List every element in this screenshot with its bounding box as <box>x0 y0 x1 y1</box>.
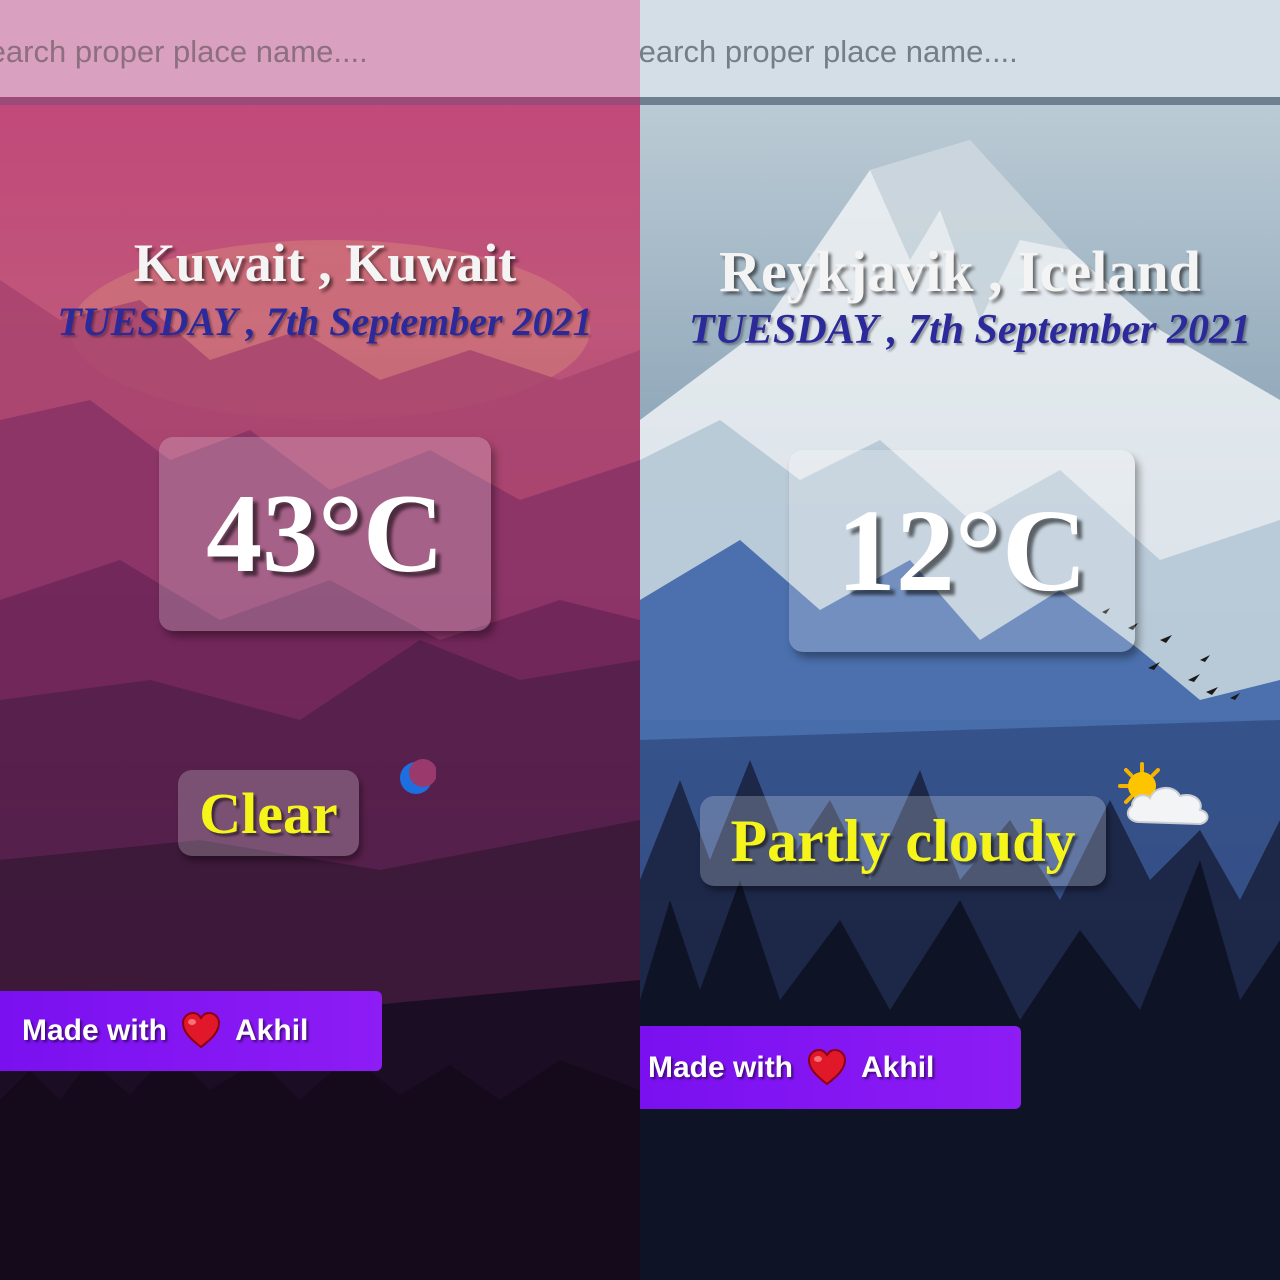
temperature-value: 12°C <box>836 485 1088 616</box>
made-with-button[interactable]: Made with Akhil <box>640 1026 1021 1109</box>
made-with-label: Made with <box>22 1014 168 1047</box>
search-bar-divider <box>0 97 640 105</box>
mountain-background <box>0 0 640 1280</box>
app-screen-comparison: Kuwait , Kuwait TUESDAY , 7th September … <box>0 0 1280 1280</box>
heart-icon <box>808 1048 847 1085</box>
date-label: TUESDAY , 7th September 2021 <box>57 299 593 344</box>
search-bar-divider <box>640 97 1280 105</box>
search-input[interactable] <box>640 0 1280 97</box>
made-with-label: Made with <box>648 1050 794 1084</box>
temperature-card: 12°C <box>789 450 1135 652</box>
author-name: Akhil <box>235 1014 309 1047</box>
search-input[interactable] <box>0 0 640 97</box>
made-with-button[interactable]: Made with Akhil <box>0 991 382 1071</box>
condition-card: Clear <box>178 770 359 856</box>
weather-panel-kuwait: Kuwait , Kuwait TUESDAY , 7th September … <box>0 0 640 1280</box>
heart-icon <box>182 1012 221 1049</box>
author-name: Akhil <box>861 1050 935 1084</box>
condition-text: Partly cloudy <box>730 807 1076 874</box>
temperature-card: 43°C <box>159 437 491 631</box>
condition-text: Clear <box>199 780 338 846</box>
sun-behind-cloud-icon <box>1118 762 1209 826</box>
temperature-value: 43°C <box>206 471 444 596</box>
crescent-moon-icon <box>400 759 436 794</box>
condition-card: Partly cloudy <box>700 796 1106 886</box>
weather-panel-reykjavik: Reykjavik , Iceland TUESDAY , 7th Septem… <box>640 0 1280 1280</box>
location-title: Kuwait , Kuwait <box>133 233 517 293</box>
location-title: Reykjavik , Iceland <box>719 239 1201 304</box>
date-label: TUESDAY , 7th September 2021 <box>689 307 1251 353</box>
